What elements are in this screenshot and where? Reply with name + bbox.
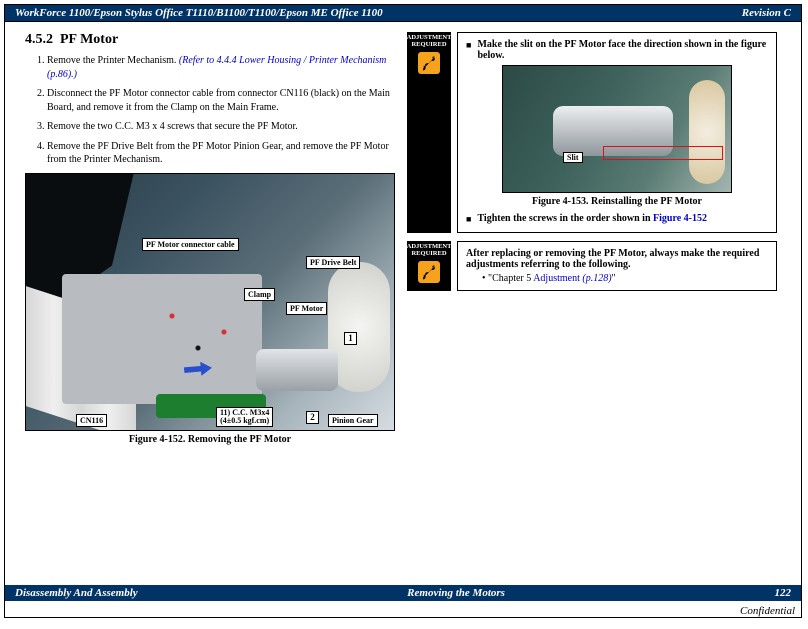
wrench-icon (418, 52, 440, 74)
label-pinion: Pinion Gear (328, 414, 378, 427)
label-slit: Slit (563, 152, 583, 163)
slit-highlight-box (603, 146, 723, 160)
ref-post: " (612, 273, 616, 284)
adjustment-box-2: ADJUSTMENT REQUIRED After replacing or r… (407, 241, 777, 291)
bullet2-pre: Tighten the screws in the order shown in (477, 213, 653, 224)
label-screw: 11) C.C. M3x4(4±0.5 kgf.cm) (216, 407, 273, 428)
bullet-text: Tighten the screws in the order shown in… (477, 213, 707, 226)
confidential-label: Confidential (740, 605, 795, 617)
figure-4-153-caption: Figure 4-153. Reinstalling the PF Motor (466, 196, 768, 207)
footer-left: Disassembly And Assembly (15, 587, 138, 599)
label-cn116: CN116 (76, 414, 107, 427)
adjustment-required-tag: ADJUSTMENT REQUIRED (407, 241, 451, 291)
step: Remove the Printer Mechanism. (Refer to … (47, 54, 395, 81)
adjustment-required-tag: ADJUSTMENT REQUIRED (407, 32, 451, 233)
content-area: 4.5.2 PF Motor Remove the Printer Mechan… (5, 22, 801, 455)
chapter-link[interactable]: Adjustment (533, 273, 582, 284)
adjustment-tag-text: ADJUSTMENT REQUIRED (407, 34, 452, 49)
header-left: WorkForce 1100/Epson Stylus Office T1110… (15, 7, 383, 19)
square-bullet-icon: ■ (466, 39, 471, 61)
adjustment-1-content: ■ Make the slit on the PF Motor face the… (457, 32, 777, 233)
adjustment-tag-text: ADJUSTMENT REQUIRED (407, 243, 452, 258)
section-title: 4.5.2 PF Motor (25, 32, 395, 48)
ref-pre: • "Chapter 5 (482, 273, 533, 284)
footer-page: 122 (775, 587, 792, 599)
chapter-reference: • "Chapter 5 Adjustment (p.128)" (482, 273, 768, 284)
adjustment-box-1: ADJUSTMENT REQUIRED ■ Make the slit on t… (407, 32, 777, 233)
figure-link[interactable]: Figure 4-152 (653, 213, 707, 224)
label-clamp: Clamp (244, 288, 275, 301)
screw-order-2: 2 (306, 411, 319, 424)
step-text: Remove the two C.C. M3 x 4 screws that s… (47, 121, 298, 132)
page-footer: Disassembly And Assembly Removing the Mo… (5, 585, 801, 601)
figure-4-152-image: PF Motor connector cable PF Drive Belt C… (25, 173, 395, 431)
right-column: ADJUSTMENT REQUIRED ■ Make the slit on t… (407, 32, 777, 445)
figure-4-153-image: Slit (502, 65, 732, 193)
figure-4-152-caption: Figure 4-152. Removing the PF Motor (25, 434, 395, 445)
bullet-item: ■ Make the slit on the PF Motor face the… (466, 39, 768, 61)
step-text: Remove the PF Drive Belt from the PF Mot… (47, 141, 389, 166)
section-name: PF Motor (60, 32, 118, 47)
adjustment-2-content: After replacing or removing the PF Motor… (457, 241, 777, 291)
left-column: 4.5.2 PF Motor Remove the Printer Mechan… (25, 32, 395, 445)
adjustment-2-text: After replacing or removing the PF Motor… (466, 248, 768, 270)
footer-center: Removing the Motors (407, 587, 505, 599)
label-motor: PF Motor (286, 302, 327, 315)
screw-order-1: 1 (344, 332, 357, 345)
procedure-list: Remove the Printer Mechanism. (Refer to … (25, 54, 395, 167)
step-text: Disconnect the PF Motor connector cable … (47, 88, 390, 113)
page-header: WorkForce 1100/Epson Stylus Office T1110… (5, 5, 801, 22)
wrench-icon (418, 261, 440, 283)
figure-4-152: PF Motor connector cable PF Drive Belt C… (25, 173, 395, 445)
section-number: 4.5.2 (25, 32, 53, 47)
label-belt: PF Drive Belt (306, 256, 360, 269)
gear-shape (689, 80, 725, 184)
page-ref[interactable]: (p.128) (582, 273, 611, 284)
page: WorkForce 1100/Epson Stylus Office T1110… (4, 4, 802, 618)
label-cable: PF Motor connector cable (142, 238, 239, 251)
step-text: Remove the Printer Mechanism. (47, 55, 179, 66)
step: Remove the two C.C. M3 x 4 screws that s… (47, 120, 395, 134)
step: Disconnect the PF Motor connector cable … (47, 87, 395, 114)
bullet-item: ■ Tighten the screws in the order shown … (466, 213, 768, 226)
square-bullet-icon: ■ (466, 213, 471, 226)
header-right: Revision C (742, 7, 791, 19)
bullet-text: Make the slit on the PF Motor face the d… (477, 39, 768, 61)
step: Remove the PF Drive Belt from the PF Mot… (47, 140, 395, 167)
